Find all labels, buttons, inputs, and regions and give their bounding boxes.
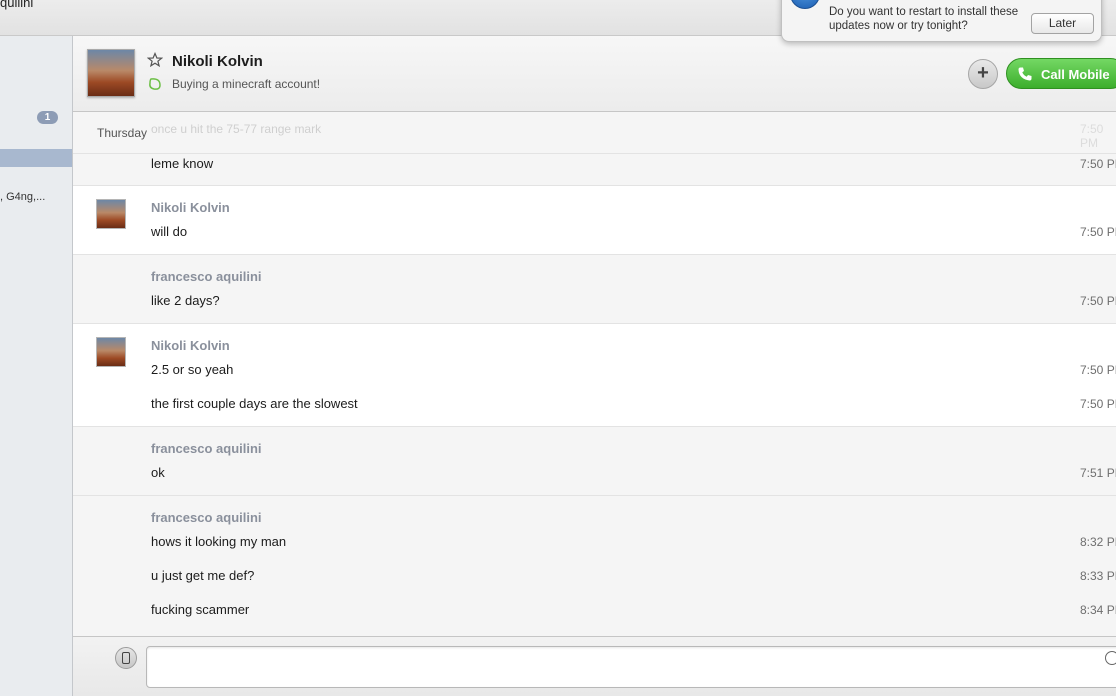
message-text: the first couple days are the slowest: [151, 396, 358, 411]
message-group: francesco aquilini ok 7:51 PM: [73, 427, 1116, 496]
contact-avatar[interactable]: [87, 49, 135, 97]
message-text: 2.5 or so yeah: [151, 362, 234, 377]
phone-icon: [1018, 67, 1032, 81]
message-time: 7:50 PM: [1080, 397, 1116, 411]
emoticon-icon[interactable]: [1105, 651, 1116, 665]
sender-name: francesco aquilini: [151, 269, 262, 284]
message-group: francesco aquilini hows it looking my ma…: [73, 496, 1116, 636]
message-text: leme know: [151, 156, 214, 171]
message-group: Nikoli Kolvin will do 7:50 PM: [73, 186, 1116, 255]
message-input-bar: [73, 636, 1116, 696]
message-text: once u hit the 75-77 range mark: [151, 122, 322, 136]
sender-name: francesco aquilini: [151, 441, 262, 456]
message-text: like 2 days?: [151, 293, 220, 308]
day-separator: Thursday: [97, 126, 148, 140]
chat-log[interactable]: once u hit the 75-77 range mark 7:50 PM …: [73, 112, 1116, 636]
sidebar-item-snippet[interactable]: , G4ng,...: [0, 191, 45, 203]
notification-message: Do you want to restart to install these …: [829, 6, 1019, 32]
sender-name: Nikoli Kolvin: [151, 338, 230, 353]
software-update-notification: Do you want to restart to install these …: [781, 0, 1102, 42]
message-group: Nikoli Kolvin 2.5 or so yeah 7:50 PM the…: [73, 324, 1116, 427]
message-time: 7:50 PM: [1080, 363, 1116, 377]
sender-avatar[interactable]: [96, 199, 126, 229]
sidebar-item-selected[interactable]: [0, 149, 72, 167]
unread-badge: 1: [37, 111, 58, 124]
message-group: once u hit the 75-77 range mark 7:50 PM …: [73, 112, 1116, 154]
sender-avatar[interactable]: [96, 337, 126, 367]
message-time: 8:32 PM: [1080, 535, 1116, 549]
call-label: Call Mobile: [1041, 67, 1110, 82]
conversation-header: Nikoli Kolvin Buying a minecraft account…: [73, 36, 1116, 112]
star-icon[interactable]: [147, 52, 163, 68]
mood-message: Buying a minecraft account!: [172, 77, 321, 91]
sender-name: Nikoli Kolvin: [151, 200, 230, 215]
message-time: 7:51 PM: [1080, 466, 1116, 480]
message-text: fucking scammer: [151, 602, 250, 617]
message-group: francesco aquilini like 2 days? 7:50 PM: [73, 255, 1116, 324]
add-button[interactable]: +: [968, 59, 998, 89]
message-text: u just get me def?: [151, 568, 255, 583]
message-time: 7:50 PM: [1080, 157, 1116, 171]
message-time: 8:34 PM: [1080, 603, 1116, 617]
message-input[interactable]: [146, 646, 1116, 688]
mood-icon: [149, 78, 161, 90]
contacts-sidebar: 1 , G4ng,...: [0, 36, 73, 696]
call-mobile-button[interactable]: Call Mobile: [1006, 58, 1116, 89]
contact-name: Nikoli Kolvin: [172, 53, 263, 70]
app-store-icon: [790, 0, 820, 9]
message-time: 8:33 PM: [1080, 569, 1116, 583]
sender-name: francesco aquilini: [151, 510, 262, 525]
message-text: hows it looking my man: [151, 534, 287, 549]
mobile-phone-icon: [122, 652, 130, 664]
message-time: 7:50 PM: [1080, 122, 1104, 150]
message-text: will do: [151, 224, 188, 239]
message-time: 7:50 PM: [1080, 225, 1116, 239]
partial-contact-name: quilini: [0, 0, 34, 10]
message-text: ok: [151, 465, 165, 480]
later-button[interactable]: Later: [1031, 13, 1094, 34]
sms-toggle-button[interactable]: [115, 647, 137, 669]
message-time: 7:50 PM: [1080, 294, 1116, 308]
message-group: leme know 7:50 PM: [73, 154, 1116, 186]
